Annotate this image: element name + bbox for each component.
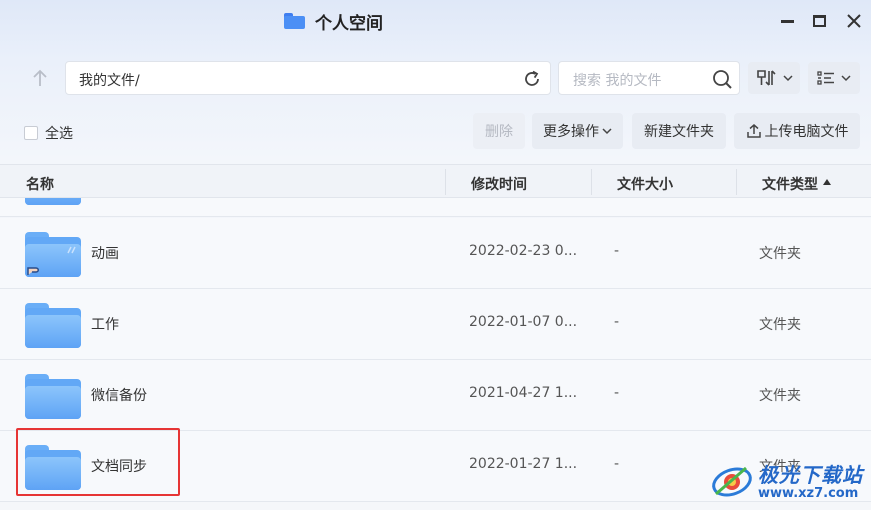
new-folder-label: 新建文件夹 (644, 124, 714, 140)
column-divider[interactable] (445, 169, 446, 195)
app-window: 个人空间 我的文件/ 搜索 我的文件 全选 删除 更多操作 新建文件夹 上传电脑… (0, 0, 871, 510)
folder-icon (25, 374, 81, 419)
sparkle-icon (67, 246, 76, 254)
window-title-group: 个人空间 (284, 10, 383, 34)
file-modified: 2022-01-07 0... (469, 314, 578, 330)
table-row[interactable]: 动画 2022-02-23 0... - 文件夹 (0, 218, 871, 289)
column-divider[interactable] (736, 169, 737, 195)
column-header-modified[interactable]: 修改时间 (471, 174, 527, 194)
path-bar[interactable]: 我的文件/ (65, 61, 551, 95)
watermark: 极光下载站 www.xz7.com (710, 455, 868, 505)
file-size: - (614, 243, 620, 259)
select-all-label: 全选 (45, 126, 73, 142)
refresh-icon[interactable] (522, 69, 542, 89)
new-folder-button[interactable]: 新建文件夹 (632, 113, 726, 149)
arrow-up-icon (32, 69, 47, 86)
maximize-button[interactable] (808, 10, 830, 32)
highlight-box (16, 428, 180, 496)
watermark-url: www.xz7.com (758, 486, 859, 501)
file-name[interactable]: 工作 (91, 314, 119, 334)
folder-icon (25, 198, 81, 205)
search-input[interactable]: 搜索 我的文件 (558, 61, 740, 95)
close-icon (847, 14, 861, 28)
file-modified: 2021-04-27 1... (469, 385, 578, 401)
file-size: - (614, 314, 620, 330)
chevron-down-icon (782, 75, 793, 82)
search-icon[interactable] (712, 69, 733, 90)
upload-label: 上传电脑文件 (764, 124, 849, 140)
hand-icon (27, 267, 39, 275)
more-actions-label: 更多操作 (543, 124, 599, 140)
sort-icon (756, 70, 776, 86)
folder-icon (25, 232, 81, 277)
search-placeholder: 搜索 我的文件 (573, 73, 662, 89)
file-size: - (614, 456, 620, 472)
file-size: - (614, 385, 620, 401)
column-divider[interactable] (591, 169, 592, 195)
sort-ascending-icon (823, 179, 831, 185)
table-row[interactable]: 微信备份 2021-04-27 1... - 文件夹 (0, 360, 871, 431)
title-bar: 个人空间 (0, 0, 871, 42)
checkbox[interactable] (24, 126, 38, 140)
minimize-button[interactable] (776, 10, 798, 32)
table-header: 名称 修改时间 文件大小 文件类型 (0, 164, 871, 198)
maximize-icon (812, 15, 826, 27)
go-up-button[interactable] (24, 62, 55, 93)
chevron-down-icon (841, 75, 851, 82)
folder-icon (25, 303, 81, 348)
column-header-size[interactable]: 文件大小 (617, 174, 673, 194)
select-all-checkbox[interactable]: 全选 (24, 123, 73, 143)
table-row[interactable]: 工作 2022-01-07 0... - 文件夹 (0, 289, 871, 360)
view-mode-button[interactable] (808, 62, 860, 94)
file-name[interactable]: 微信备份 (91, 385, 147, 405)
close-button[interactable] (843, 10, 865, 32)
window-title: 个人空间 (315, 13, 383, 34)
folder-icon (284, 13, 305, 29)
delete-label: 删除 (485, 124, 513, 140)
column-header-type[interactable]: 文件类型 (762, 174, 818, 194)
sort-button[interactable] (748, 62, 800, 94)
file-name[interactable]: 动画 (91, 243, 119, 263)
delete-button[interactable]: 删除 (473, 113, 525, 149)
list-view-icon (817, 71, 834, 85)
watermark-name: 极光下载站 (758, 463, 863, 487)
upload-icon (746, 124, 761, 138)
site-logo-icon (712, 466, 752, 497)
upload-button[interactable]: 上传电脑文件 (734, 113, 860, 149)
file-modified: 2022-02-23 0... (469, 243, 578, 259)
file-modified: 2022-01-27 1... (469, 456, 578, 472)
chevron-down-icon (602, 128, 612, 135)
path-text: 我的文件/ (79, 73, 140, 89)
more-actions-button[interactable]: 更多操作 (532, 113, 623, 149)
column-header-name[interactable]: 名称 (26, 174, 54, 194)
minimize-icon (780, 19, 794, 23)
file-type: 文件夹 (759, 388, 801, 404)
file-type: 文件夹 (759, 317, 801, 333)
table-row[interactable] (0, 198, 871, 217)
file-type: 文件夹 (759, 246, 801, 262)
